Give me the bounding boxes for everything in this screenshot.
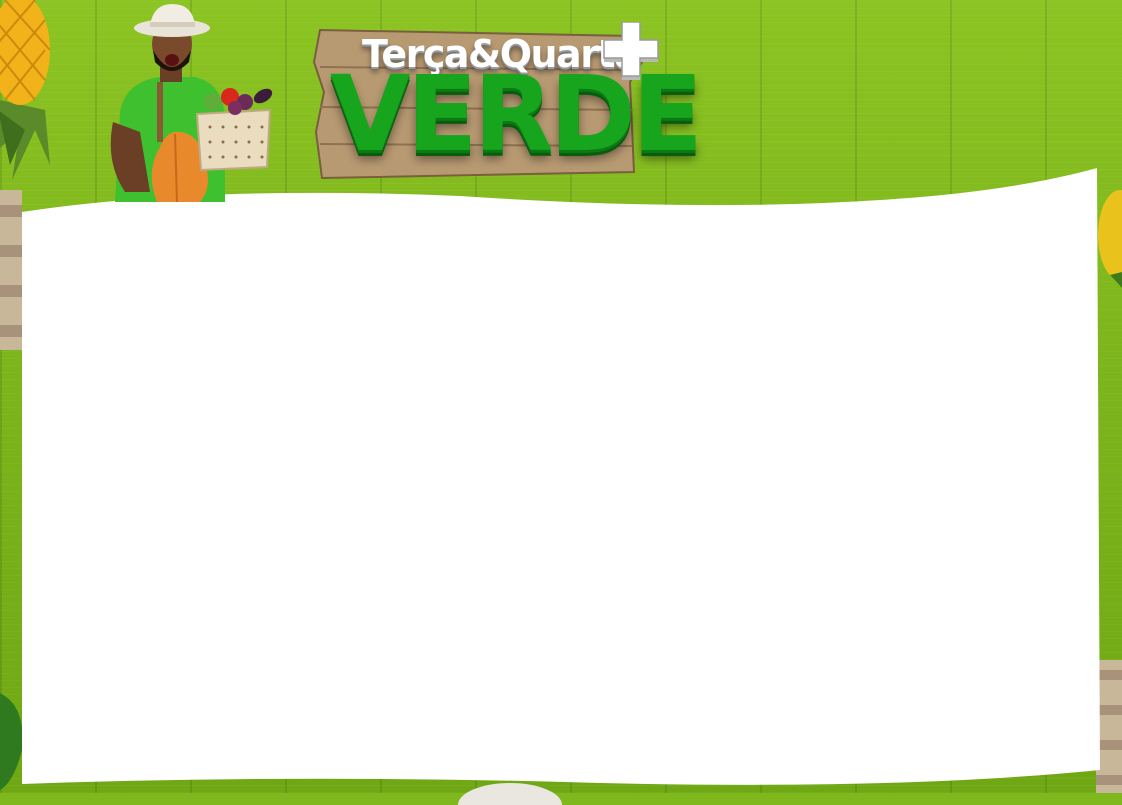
terca-quarta-verde-logo: Terça&Quarta VERDE <box>312 22 703 182</box>
farmer-illustration <box>110 4 273 202</box>
plus-icon <box>603 22 659 80</box>
